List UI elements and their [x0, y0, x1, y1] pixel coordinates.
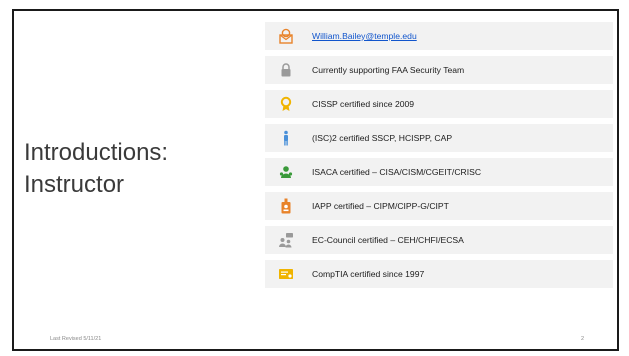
credentials-list: William.Bailey@temple.edu Currently supp…: [265, 22, 613, 294]
list-item-label: (ISC)2 certified SSCP, HCISPP, CAP: [312, 133, 453, 143]
list-item-label: CompTIA certified since 1997: [312, 269, 425, 279]
lock-icon: [270, 56, 302, 84]
title-line-1: Introductions:: [24, 139, 169, 166]
award-ribbon-icon: [270, 90, 302, 118]
title-line-2: Instructor: [24, 171, 125, 198]
people-chat-icon: [270, 226, 302, 254]
list-item-iapp: IAPP certified – CIPM/CIPP-G/CIPT: [265, 192, 613, 220]
list-item-label: IAPP certified – CIPM/CIPP-G/CIPT: [312, 201, 449, 211]
user-group-icon: [270, 158, 302, 186]
list-item-label: EC-Council certified – CEH/CHFI/ECSA: [312, 235, 464, 245]
list-item-eccouncil: EC-Council certified – CEH/CHFI/ECSA: [265, 226, 613, 254]
list-item-label: Currently supporting FAA Security Team: [312, 65, 465, 75]
email-link[interactable]: William.Bailey@temple.edu: [312, 31, 417, 41]
slide: Introductions: Instructor William.Bailey…: [0, 0, 629, 356]
footer-date: Last Revised 5/11/21: [50, 336, 102, 342]
person-standing-icon: [270, 124, 302, 152]
list-item-label: CISSP certified since 2009: [312, 99, 415, 109]
list-item-isaca: ISACA certified – CISA/CISM/CGEIT/CRISC: [265, 158, 613, 186]
certificate-icon: [270, 260, 302, 288]
list-item-cissp: CISSP certified since 2009: [265, 90, 613, 118]
list-item-isc2: (ISC)2 certified SSCP, HCISPP, CAP: [265, 124, 613, 152]
id-badge-icon: [270, 192, 302, 220]
list-item-comptia: CompTIA certified since 1997: [265, 260, 613, 288]
envelope-badge-icon: [270, 22, 302, 50]
list-item-label: ISACA certified – CISA/CISM/CGEIT/CRISC: [312, 167, 482, 177]
list-item-faa: Currently supporting FAA Security Team: [265, 56, 613, 84]
page-number: 2: [581, 336, 585, 342]
list-item-email: William.Bailey@temple.edu: [265, 22, 613, 50]
slide-title: Introductions: Instructor: [24, 137, 234, 201]
